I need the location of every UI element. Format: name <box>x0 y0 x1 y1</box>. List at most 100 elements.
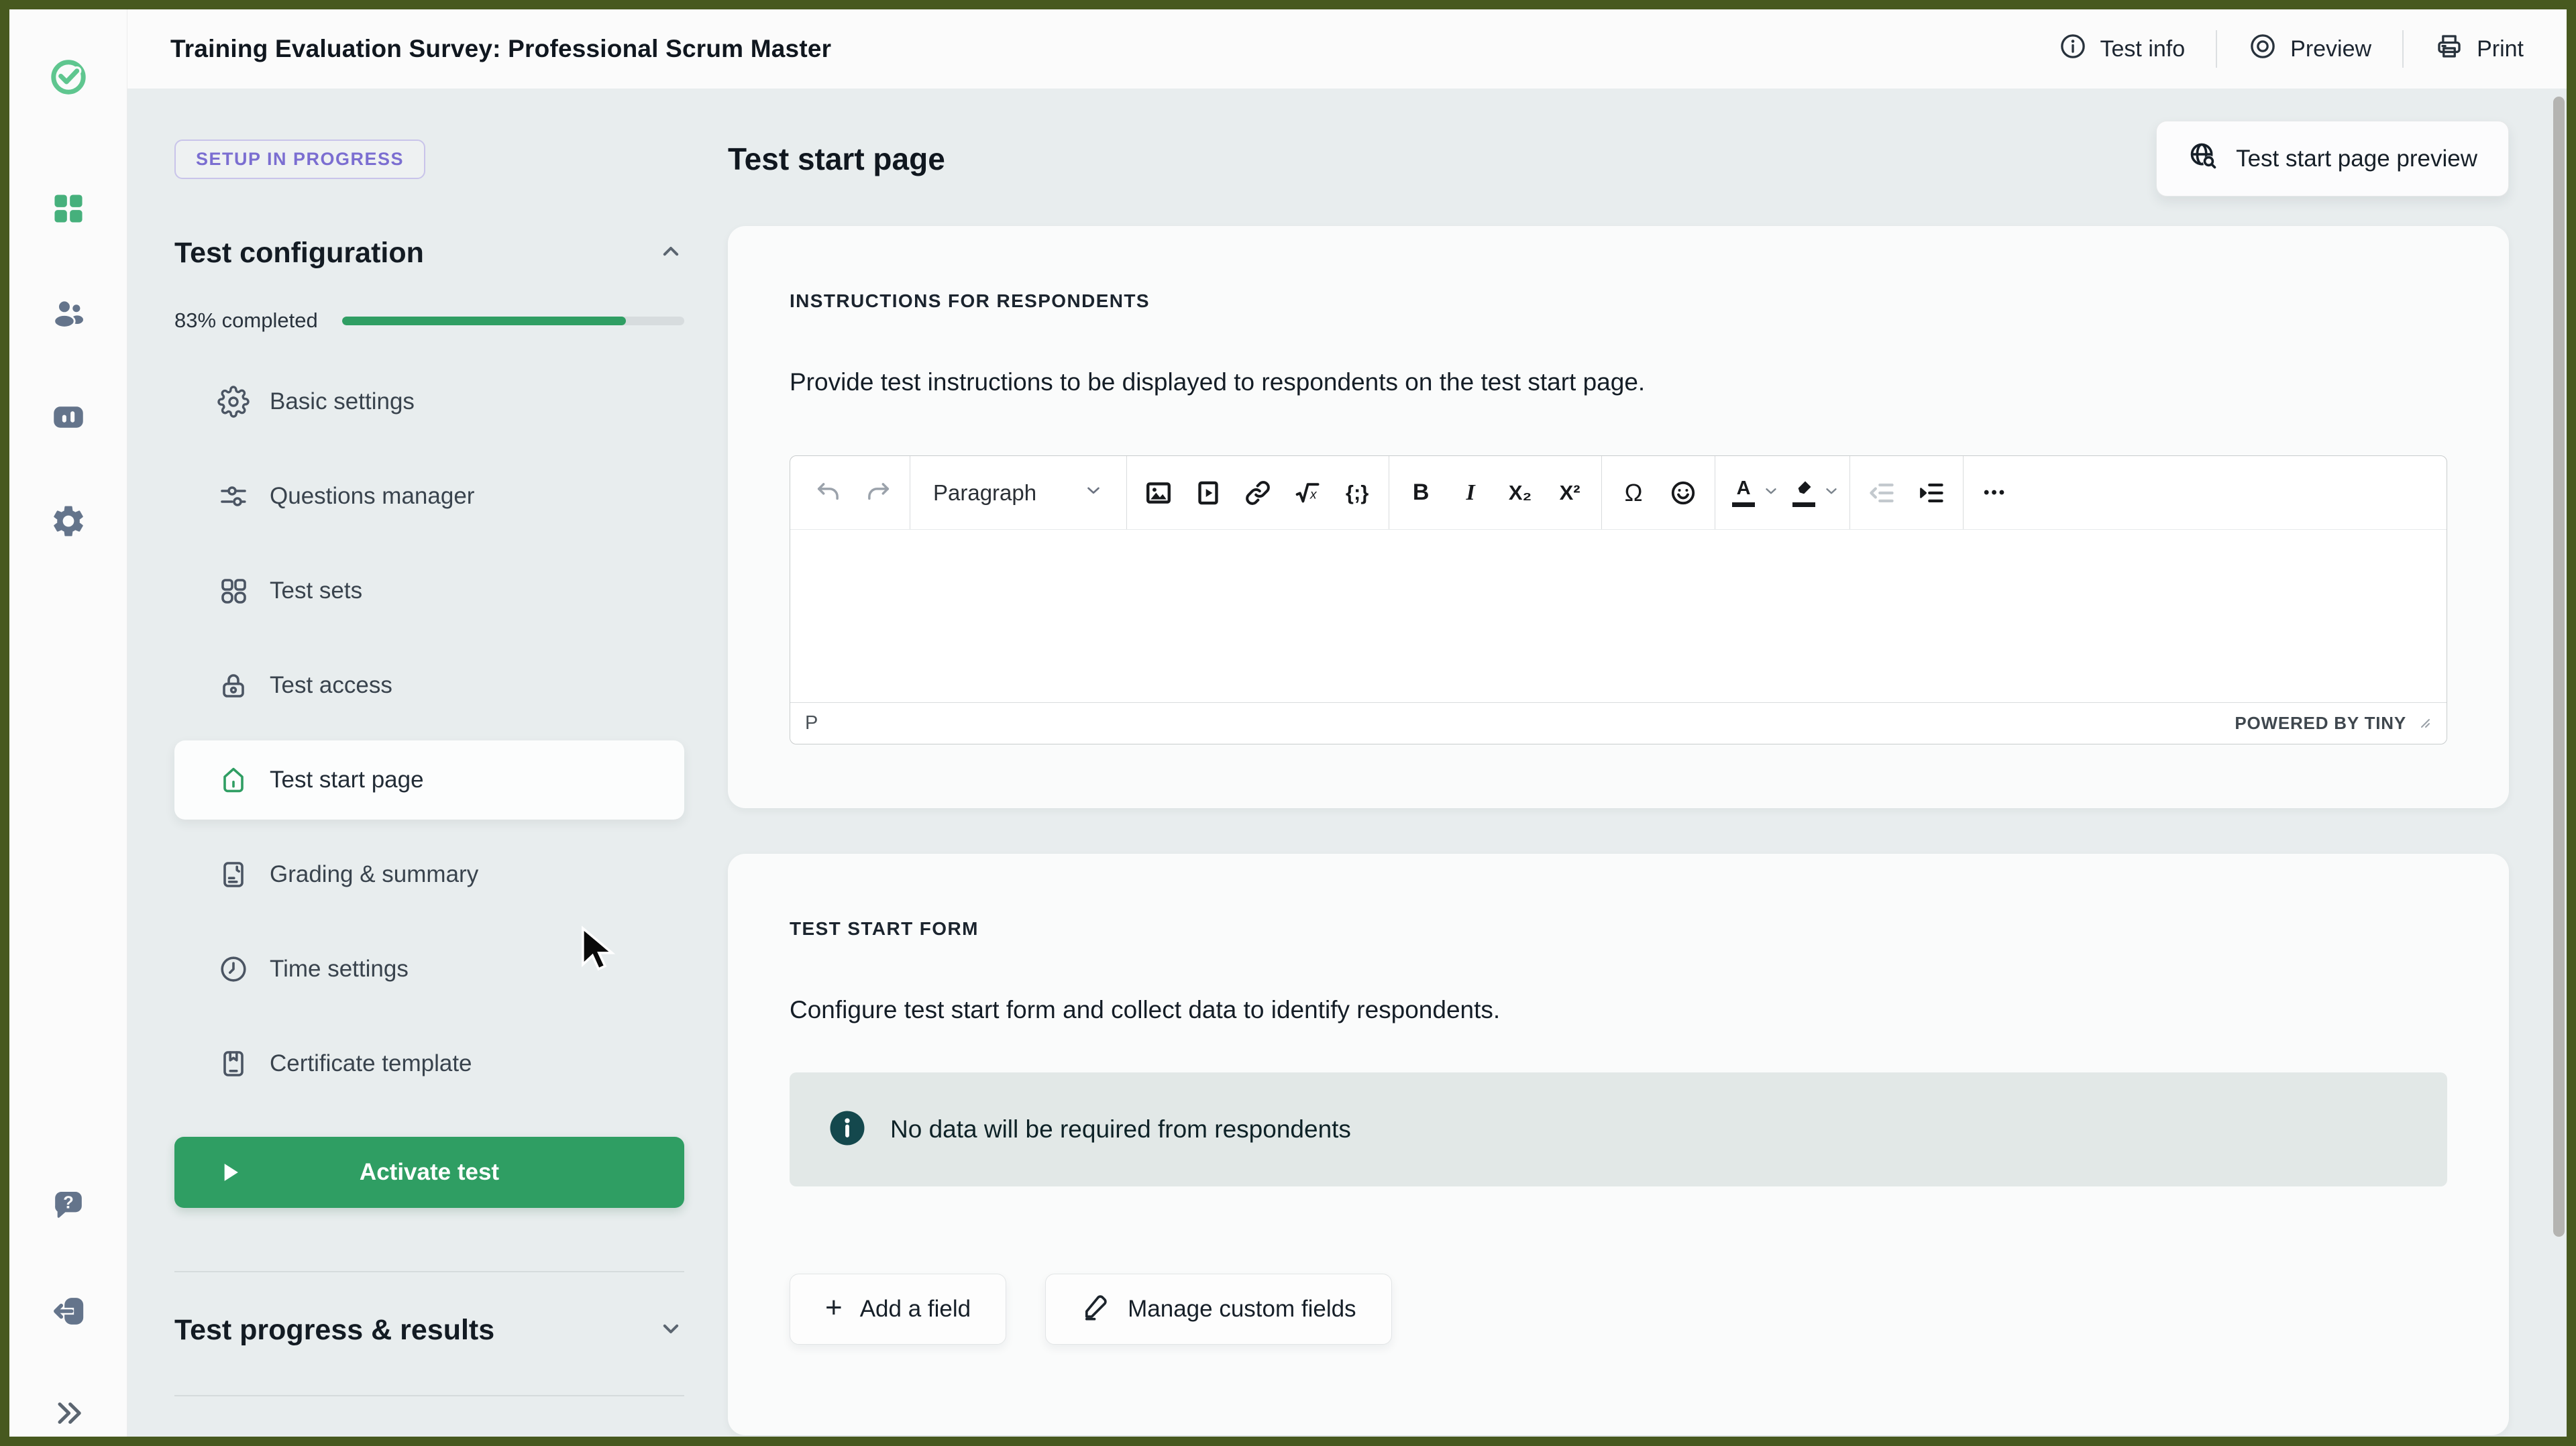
section-title: Test configuration <box>174 237 424 270</box>
bold-button[interactable]: B <box>1399 471 1442 514</box>
chevron-down-icon[interactable] <box>1762 482 1780 503</box>
form-actions: + Add a field Manage custom fields <box>790 1274 2447 1345</box>
pencil-icon <box>1081 1292 1110 1327</box>
text-color-button[interactable]: A <box>1725 471 1780 514</box>
dashboard-grid-icon[interactable] <box>9 187 127 230</box>
paragraph-format-dropdown[interactable]: Paragraph <box>917 480 1120 506</box>
paragraph-label: Paragraph <box>933 480 1036 506</box>
main-content: Test start page Test start page preview … <box>718 89 2567 1437</box>
chevron-down-icon <box>1083 480 1104 506</box>
expand-rail-chevrons-icon[interactable] <box>9 1392 127 1435</box>
sidebar-item-label: Test access <box>270 672 392 699</box>
sidebar-item-grading-summary[interactable]: Grading & summary <box>174 835 684 914</box>
manage-fields-label: Manage custom fields <box>1128 1296 1356 1323</box>
test-configuration-header[interactable]: Test configuration <box>174 237 684 270</box>
sidebar-item-label: Basic settings <box>270 388 415 415</box>
help-chat-icon[interactable]: ? <box>9 1184 127 1227</box>
topbar-divider <box>2402 30 2404 68</box>
respondents-people-icon[interactable] <box>9 292 127 335</box>
results-stats-icon[interactable] <box>9 396 127 439</box>
settings-gear-icon[interactable] <box>9 500 127 543</box>
chevron-down-icon <box>657 1315 684 1345</box>
highlight-color-swatch <box>1792 502 1815 507</box>
section-title: Test progress & results <box>174 1314 494 1347</box>
activate-test-label: Activate test <box>360 1159 499 1186</box>
progress-bar <box>342 317 684 325</box>
test-progress-results-header[interactable]: Test progress & results <box>174 1314 684 1347</box>
info-alert: No data will be required from respondent… <box>790 1072 2447 1186</box>
preview-label: Preview <box>2290 36 2371 62</box>
insert-media-button[interactable] <box>1187 471 1230 514</box>
vertical-scrollbar-thumb[interactable] <box>2553 97 2565 1237</box>
logout-icon[interactable] <box>9 1290 127 1333</box>
sidebar-item-test-start-page[interactable]: Test start page <box>174 740 684 820</box>
icon-rail: ? <box>9 9 127 1437</box>
card-header: TEST START FORM <box>790 918 2447 940</box>
sidebar-item-questions-manager[interactable]: Questions manager <box>174 457 684 536</box>
more-toolbar-button[interactable]: ••• <box>1974 471 2017 514</box>
special-character-button[interactable]: Ω <box>1612 471 1655 514</box>
sidebar-item-basic-settings[interactable]: Basic settings <box>174 362 684 441</box>
editor-content-area[interactable] <box>790 530 2447 702</box>
sidebar-item-test-access[interactable]: Test access <box>174 646 684 725</box>
undo-button[interactable] <box>807 471 850 514</box>
superscript-button[interactable]: X² <box>1548 471 1591 514</box>
chevron-down-icon[interactable] <box>1823 482 1840 503</box>
printer-icon <box>2434 32 2464 67</box>
test-info-button[interactable]: Test info <box>2053 25 2191 74</box>
element-path: P <box>805 712 818 734</box>
sidebar-divider <box>174 1271 684 1272</box>
alert-info-icon <box>827 1108 867 1152</box>
editor-status-bar: P POWERED BY TINY <box>790 702 2447 744</box>
sidebar-item-label: Test sets <box>270 577 362 604</box>
topbar: Training Evaluation Survey: Professional… <box>127 9 2567 89</box>
italic-button[interactable]: I <box>1449 471 1492 514</box>
manage-custom-fields-button[interactable]: Manage custom fields <box>1045 1274 1391 1345</box>
sidebar-item-label: Time settings <box>270 956 409 983</box>
sidebar-item-test-sets[interactable]: Test sets <box>174 551 684 630</box>
insert-code-button[interactable]: {;} <box>1336 471 1379 514</box>
progress-label: 83% completed <box>174 309 318 333</box>
subscript-button[interactable]: X₂ <box>1499 471 1542 514</box>
sidebar-divider <box>174 1395 684 1396</box>
sidebar-item-label: Grading & summary <box>270 861 478 888</box>
page-header: Test start page Test start page preview <box>728 121 2509 197</box>
svg-text:?: ? <box>63 1194 74 1213</box>
activate-test-button[interactable]: Activate test <box>174 1137 684 1208</box>
indent-button[interactable] <box>1910 471 1953 514</box>
gear-outline-icon <box>217 386 250 418</box>
setup-progress: 83% completed <box>174 309 684 333</box>
window-title: Training Evaluation Survey: Professional… <box>170 35 831 63</box>
clock-icon <box>217 953 250 985</box>
redo-button[interactable] <box>857 471 900 514</box>
insert-formula-button[interactable]: x <box>1286 471 1329 514</box>
add-field-button[interactable]: + Add a field <box>790 1274 1006 1345</box>
info-icon <box>2058 32 2088 67</box>
test-start-page-preview-button[interactable]: Test start page preview <box>2156 121 2509 197</box>
grid-squares-icon <box>217 575 250 607</box>
emoji-button[interactable] <box>1662 471 1705 514</box>
test-config-sidebar: SETUP IN PROGRESS Test configuration 83%… <box>127 89 718 1437</box>
sidebar-item-certificate-template[interactable]: Certificate template <box>174 1024 684 1103</box>
testportal-logo-icon <box>9 56 127 99</box>
card-description: Configure test start form and collect da… <box>790 996 2447 1024</box>
outdent-button[interactable] <box>1860 471 1903 514</box>
mouse-cursor <box>570 922 623 978</box>
chevron-up-icon <box>657 238 684 268</box>
lock-icon <box>217 669 250 702</box>
globe-search-icon <box>2188 140 2218 177</box>
test-info-label: Test info <box>2100 36 2186 62</box>
instructions-card: INSTRUCTIONS FOR RESPONDENTS Provide tes… <box>728 226 2509 808</box>
resize-handle-icon[interactable] <box>2416 714 2432 733</box>
insert-image-button[interactable] <box>1137 471 1180 514</box>
sqrt-x-glyph: x <box>1309 488 1318 502</box>
sidebar-item-label: Certificate template <box>270 1050 472 1077</box>
status-badge: SETUP IN PROGRESS <box>174 140 425 179</box>
print-label: Print <box>2477 36 2524 62</box>
print-button[interactable]: Print <box>2429 25 2529 74</box>
preview-button[interactable]: Preview <box>2243 25 2377 74</box>
home-icon <box>217 764 250 796</box>
card-header: INSTRUCTIONS FOR RESPONDENTS <box>790 290 2447 312</box>
highlight-color-button[interactable] <box>1785 471 1840 514</box>
insert-link-button[interactable] <box>1236 471 1279 514</box>
